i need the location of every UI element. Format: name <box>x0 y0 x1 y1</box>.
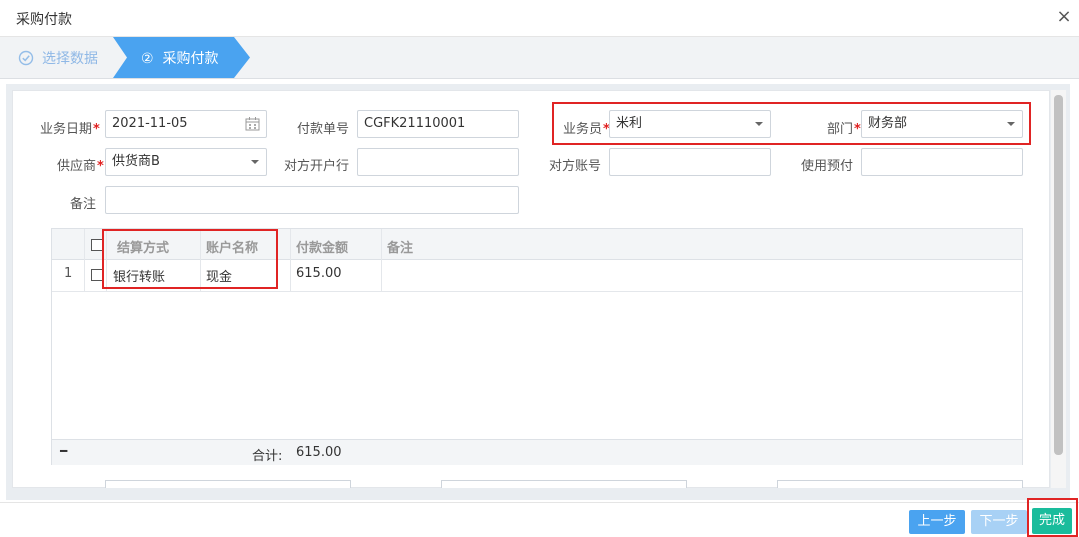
remark-field[interactable] <box>105 186 519 214</box>
payment-no-field[interactable]: CGFK21110001 <box>357 110 519 138</box>
step-purchase-payment-label: ② 采购付款 <box>141 48 218 68</box>
hidden-field-1[interactable] <box>105 480 351 488</box>
annotation-box-salesperson-department <box>552 102 1031 145</box>
counterparty-bank-field[interactable] <box>357 148 519 176</box>
counterparty-account-field[interactable] <box>609 148 771 176</box>
hidden-field-3[interactable] <box>777 480 1023 488</box>
dropdown-arrow-icon <box>251 160 259 164</box>
total-label: 合计: <box>252 449 283 464</box>
hidden-field-2[interactable] <box>441 480 687 488</box>
scrollbar-thumb[interactable] <box>1054 95 1063 455</box>
counterparty-bank-label: 对方开户行 <box>284 159 350 174</box>
grid-row-divider <box>52 291 1022 292</box>
counterparty-account-label: 对方账号 <box>549 159 602 174</box>
payment-no-label: 付款单号 <box>297 122 350 137</box>
row-index: 1 <box>64 266 73 281</box>
total-value: 615.00 <box>296 445 342 460</box>
date-label: 业务日期* <box>40 122 100 137</box>
grid-divider <box>290 229 291 291</box>
date-field[interactable]: 2021-11-05 <box>105 110 267 138</box>
close-icon[interactable]: × <box>1054 5 1074 29</box>
check-circle-icon <box>18 50 34 66</box>
calendar-icon[interactable] <box>245 116 260 131</box>
col-remark[interactable]: 备注 <box>387 237 413 256</box>
remark-label: 备注 <box>70 197 97 212</box>
grid-divider <box>381 229 382 291</box>
grid-divider <box>84 229 85 291</box>
prev-step-button[interactable]: 上一步 <box>909 510 965 534</box>
next-step-button[interactable]: 下一步 <box>971 510 1027 534</box>
collapse-icon[interactable]: ━ <box>60 444 67 458</box>
step-label: 采购付款 <box>162 51 219 67</box>
step-number-icon: ② <box>141 51 154 67</box>
supplier-label: 供应商* <box>57 159 104 174</box>
grid-footer <box>52 439 1022 465</box>
supplier-select[interactable]: 供货商B <box>105 148 267 176</box>
dialog-titlebar <box>0 0 1079 37</box>
col-amount[interactable]: 付款金额 <box>296 237 348 256</box>
footer-divider <box>0 502 1079 503</box>
annotation-box-grid-columns <box>102 229 278 289</box>
use-prepayment-label: 使用预付 <box>801 159 854 174</box>
annotation-box-finish <box>1027 498 1078 537</box>
use-prepayment-field[interactable] <box>861 148 1023 176</box>
dialog-title: 采购付款 <box>16 12 72 28</box>
step-select-data-label: 选择数据 <box>42 51 98 67</box>
cell-amount[interactable]: 615.00 <box>296 266 342 281</box>
